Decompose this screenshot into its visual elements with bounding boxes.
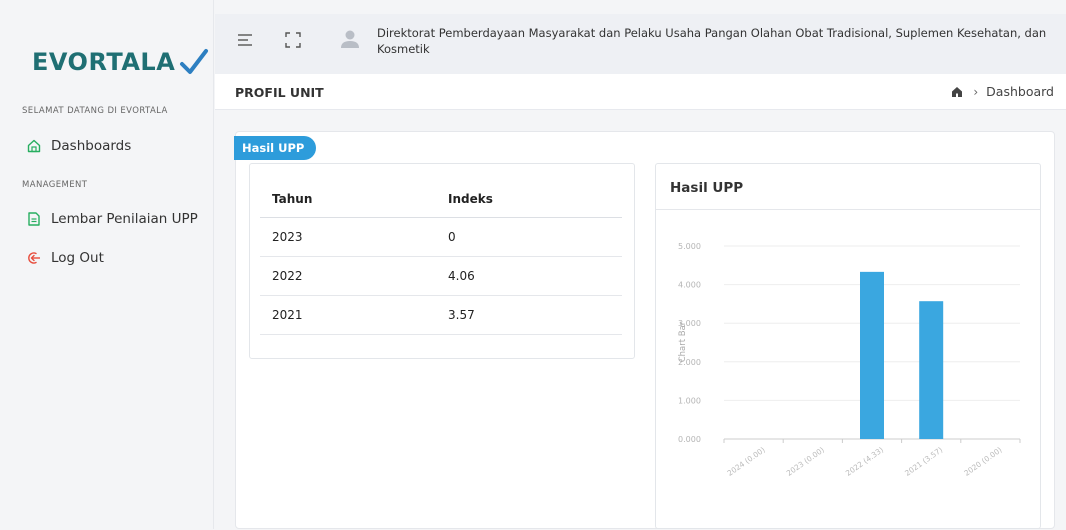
management-section-label: MANAGEMENT — [22, 180, 88, 190]
sidebar-item-label: Log Out — [51, 250, 104, 266]
results-table: Tahun Indeks 2023 0 2022 4.06 2021 3.57 — [260, 181, 622, 335]
menu-icon[interactable] — [237, 33, 253, 47]
breadcrumb: › Dashboard — [951, 84, 1054, 99]
cell-tahun: 2023 — [260, 217, 436, 257]
chart-bar — [860, 271, 884, 439]
home-icon[interactable] — [951, 86, 963, 98]
y-tick-label: 5.000 — [678, 242, 701, 251]
logout-icon — [26, 250, 42, 266]
column-header-indeks: Indeks — [436, 181, 622, 218]
user-avatar-icon[interactable] — [339, 28, 361, 50]
y-tick-label: 0.000 — [678, 435, 701, 444]
chart-card: Hasil UPP 0.000 1.000 2.000 3.000 4.000 5.000… — [655, 163, 1041, 529]
welcome-text: SELAMAT DATANG DI EVORTALA — [22, 106, 168, 116]
table-card: Tahun Indeks 2023 0 2022 4.06 2021 3.57 — [249, 163, 635, 359]
table-row: 2022 4.06 — [260, 256, 622, 296]
cell-indeks: 3.57 — [436, 295, 622, 335]
table-row: 2023 0 — [260, 217, 622, 257]
breadcrumb-separator-icon: › — [973, 84, 979, 99]
page-header: PROFIL UNIT › Dashboard — [215, 74, 1066, 110]
breadcrumb-current[interactable]: Dashboard — [986, 84, 1054, 99]
sidebar-item-lembar-penilaian[interactable]: Lembar Penilaian UPP — [26, 211, 198, 227]
x-tick-label: 2020 (0.00) — [962, 445, 1003, 478]
home-icon — [26, 138, 42, 154]
sidebar-item-logout[interactable]: Log Out — [26, 250, 104, 266]
sidebar-item-label: Dashboards — [51, 138, 132, 154]
checkmark-icon — [180, 49, 209, 74]
logo[interactable]: EVORTALA — [32, 48, 209, 76]
hasil-upp-badge: Hasil UPP — [234, 136, 317, 160]
organization-name: Direktorat Pemberdayaan Masyarakat dan P… — [377, 26, 1047, 56]
cell-indeks: 4.06 — [436, 256, 622, 296]
x-tick-label: 2022 (4.33) — [844, 445, 885, 478]
logo-text: EVORTALA — [32, 48, 176, 76]
sidebar: EVORTALA SELAMAT DATANG DI EVORTALA Dash… — [0, 0, 214, 529]
table-row: 2021 3.57 — [260, 295, 622, 335]
sidebar-item-label: Lembar Penilaian UPP — [51, 211, 198, 227]
y-tick-label: 1.000 — [678, 396, 701, 405]
sidebar-item-dashboards[interactable]: Dashboards — [26, 138, 131, 154]
table-header-row: Tahun Indeks — [260, 181, 622, 218]
y-tick-label: 4.000 — [678, 281, 701, 290]
page-title: PROFIL UNIT — [235, 85, 324, 100]
bar-chart: 0.0001.0002.0003.0004.0005.000Chart Bar2… — [678, 242, 1021, 478]
cell-indeks: 0 — [436, 217, 622, 257]
y-axis-label: Chart Bar — [678, 321, 688, 362]
topbar: Direktorat Pemberdayaan Masyarakat dan P… — [215, 14, 1066, 74]
chart-bar — [919, 301, 944, 439]
cell-tahun: 2022 — [260, 256, 436, 296]
fullscreen-icon[interactable] — [285, 32, 301, 48]
cell-tahun: 2021 — [260, 295, 436, 335]
x-tick-label: 2023 (0.00) — [785, 445, 826, 478]
document-icon — [26, 211, 42, 227]
x-tick-label: 2021 (3.57) — [903, 445, 944, 478]
x-tick-label: 2024 (0.00) — [726, 445, 767, 478]
column-header-tahun: Tahun — [260, 181, 436, 218]
